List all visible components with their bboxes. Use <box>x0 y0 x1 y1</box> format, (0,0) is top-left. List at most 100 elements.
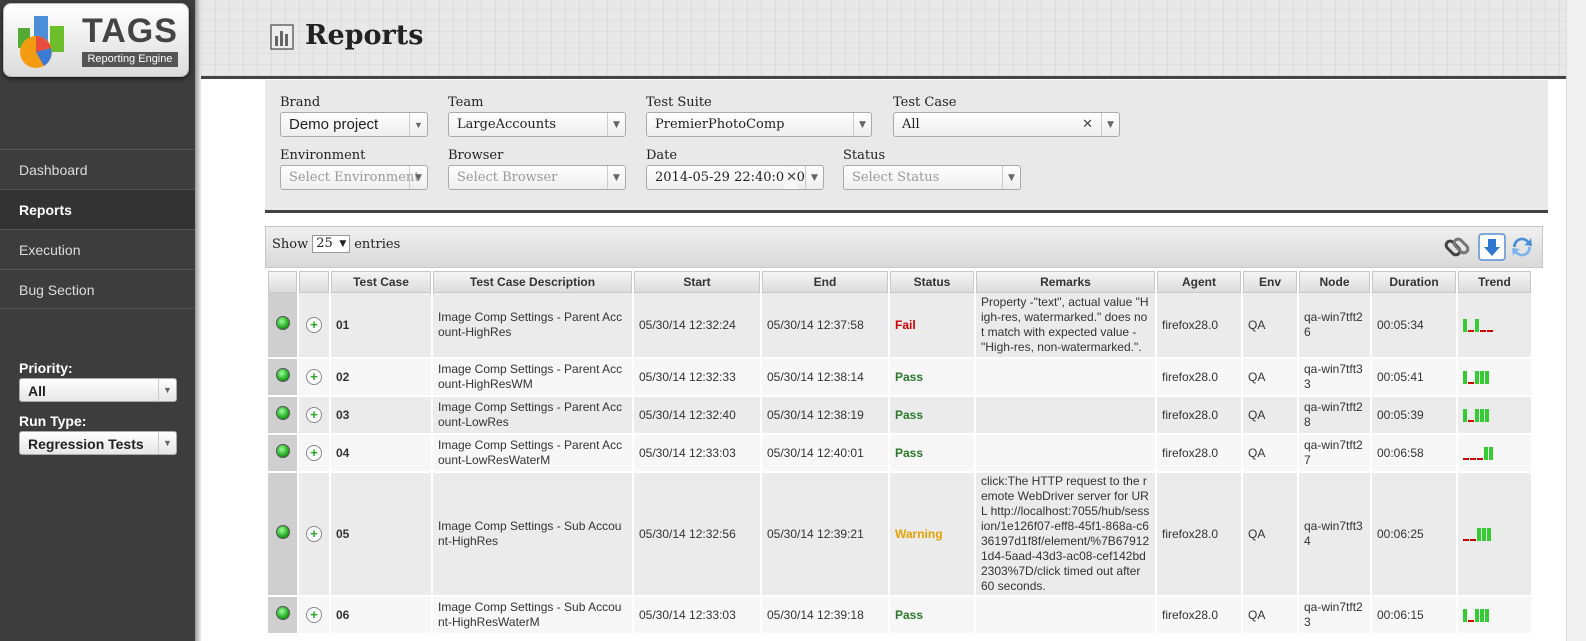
run-type-select[interactable]: Regression Tests ▼ <box>19 431 177 455</box>
environment-select[interactable]: Select Environment ▼ <box>280 165 428 190</box>
table-row[interactable]: +05 Image Comp Settings - Sub Account-Hig… <box>268 473 1531 597</box>
refresh-icon[interactable] <box>1507 232 1537 262</box>
trend-cell[interactable] <box>1458 397 1531 435</box>
sidebar-item-reports[interactable]: Reports <box>0 189 195 229</box>
column-header-node[interactable]: Node <box>1299 271 1370 293</box>
table-row[interactable]: +04 Image Comp Settings - Parent Account-… <box>268 435 1531 473</box>
column-header-env[interactable]: Env <box>1243 271 1297 293</box>
table-row[interactable]: +03 Image Comp Settings - Parent Account-… <box>268 397 1531 435</box>
chevron-down-icon: ▼ <box>607 166 625 189</box>
status-select[interactable]: Select Status ▼ <box>843 165 1021 190</box>
row-expand-cell[interactable]: + <box>299 293 329 359</box>
start-cell: 05/30/14 12:32:33 <box>634 359 760 397</box>
status-dot-icon[interactable] <box>275 368 290 382</box>
tags-logo[interactable]: TAGS Reporting Engine <box>3 3 189 77</box>
row-expand-cell[interactable]: + <box>299 359 329 397</box>
column-header-agent[interactable]: Agent <box>1157 271 1241 293</box>
trend-pass-bar <box>1463 319 1467 332</box>
agent-cell: firefox28.0 <box>1157 397 1241 435</box>
sidebar-nav: Dashboard Reports Execution Bug Section <box>0 149 195 309</box>
status-dot-icon[interactable] <box>275 444 290 458</box>
page-length-select[interactable]: 25 ▼ <box>312 235 351 253</box>
table-row[interactable]: +01 Image Comp Settings - Parent Account-… <box>268 293 1531 359</box>
status-dot-icon[interactable] <box>275 316 290 330</box>
trend-sparkline[interactable] <box>1463 608 1526 622</box>
table-row[interactable]: +06 Image Comp Settings - Sub Account-Hig… <box>268 597 1531 635</box>
trend-pass-bar <box>1475 409 1479 422</box>
logo-subtitle: Reporting Engine <box>82 52 178 67</box>
status-dot-icon[interactable] <box>275 525 290 539</box>
column-header-end[interactable]: End <box>762 271 888 293</box>
test-suite-select[interactable]: PremierPhotoComp ▼ <box>646 112 872 137</box>
env-cell: QA <box>1243 359 1297 397</box>
trend-cell[interactable] <box>1458 293 1531 359</box>
expand-plus-icon[interactable]: + <box>306 369 322 385</box>
trend-sparkline[interactable] <box>1463 408 1526 422</box>
date-select[interactable]: 2014-05-29 22:40:00.0 ✕ ▼ <box>646 165 824 190</box>
column-header-remarks[interactable]: Remarks <box>976 271 1155 293</box>
trend-cell[interactable] <box>1458 597 1531 635</box>
trend-pass-bar <box>1463 609 1467 622</box>
row-expand-cell[interactable]: + <box>299 397 329 435</box>
pie-chart-logo-icon <box>18 16 64 68</box>
team-select[interactable]: LargeAccounts ▼ <box>448 112 626 137</box>
row-select-cell[interactable] <box>268 435 297 473</box>
row-select-cell[interactable] <box>268 473 297 597</box>
status-cell: Warning <box>890 473 974 597</box>
remarks-cell <box>976 397 1155 435</box>
expand-plus-icon[interactable]: + <box>306 526 322 542</box>
column-header-description[interactable]: Test Case Description <box>433 271 632 293</box>
agent-cell: firefox28.0 <box>1157 293 1241 359</box>
trend-pass-bar <box>1480 371 1484 384</box>
row-expand-cell[interactable]: + <box>299 473 329 597</box>
column-header-test-case[interactable]: Test Case <box>331 271 431 293</box>
clear-icon[interactable]: ✕ <box>1082 113 1093 136</box>
status-dot-icon[interactable] <box>275 606 290 620</box>
link-icon[interactable] <box>1442 232 1472 262</box>
test-case-select[interactable]: All ✕ ▼ <box>893 112 1120 137</box>
status-placeholder: Select Status <box>852 170 940 185</box>
description-cell: Image Comp Settings - Sub Account-HighRe… <box>433 597 632 635</box>
column-header-trend[interactable]: Trend <box>1458 271 1531 293</box>
trend-pass-bar <box>1463 409 1467 422</box>
end-cell: 05/30/14 12:38:14 <box>762 359 888 397</box>
clear-icon[interactable]: ✕ <box>784 166 797 189</box>
download-icon[interactable] <box>1477 232 1507 262</box>
status-dot-icon[interactable] <box>275 406 290 420</box>
trend-cell[interactable] <box>1458 435 1531 473</box>
trend-pass-bar <box>1475 371 1479 384</box>
trend-sparkline[interactable] <box>1463 446 1526 460</box>
priority-select[interactable]: All ▼ <box>19 378 177 402</box>
row-expand-cell[interactable]: + <box>299 435 329 473</box>
expand-plus-icon[interactable]: + <box>306 407 322 423</box>
row-select-cell[interactable] <box>268 293 297 359</box>
table-toolbar: Show 25 ▼ entries <box>265 226 1543 268</box>
expand-plus-icon[interactable]: + <box>306 445 322 461</box>
sidebar-item-bug-section[interactable]: Bug Section <box>0 269 195 309</box>
sidebar-item-execution[interactable]: Execution <box>0 229 195 269</box>
column-header-start[interactable]: Start <box>634 271 760 293</box>
column-header-duration[interactable]: Duration <box>1372 271 1456 293</box>
trend-sparkline[interactable] <box>1463 318 1526 332</box>
test-case-value: All <box>902 117 920 132</box>
status-label: Status <box>843 148 886 163</box>
trend-cell[interactable] <box>1458 359 1531 397</box>
trend-sparkline[interactable] <box>1463 527 1526 541</box>
trend-sparkline[interactable] <box>1463 370 1526 384</box>
browser-select[interactable]: Select Browser ▼ <box>448 165 626 190</box>
brand-select[interactable]: Demo project ▼ <box>280 112 428 137</box>
row-select-cell[interactable] <box>268 359 297 397</box>
trend-cell[interactable] <box>1458 473 1531 597</box>
expand-plus-icon[interactable]: + <box>306 607 322 623</box>
table-row[interactable]: +02 Image Comp Settings - Parent Account-… <box>268 359 1531 397</box>
row-expand-cell[interactable]: + <box>299 597 329 635</box>
expand-plus-icon[interactable]: + <box>306 317 322 333</box>
description-cell: Image Comp Settings - Parent Account-Low… <box>433 397 632 435</box>
sidebar-item-dashboard[interactable]: Dashboard <box>0 149 195 189</box>
page-scrollbar[interactable] <box>1566 0 1586 641</box>
test-case-cell: 05 <box>331 473 431 597</box>
column-header-status[interactable]: Status <box>890 271 974 293</box>
row-select-cell[interactable] <box>268 597 297 635</box>
row-select-cell[interactable] <box>268 397 297 435</box>
logo-title: TAGS <box>82 12 178 50</box>
